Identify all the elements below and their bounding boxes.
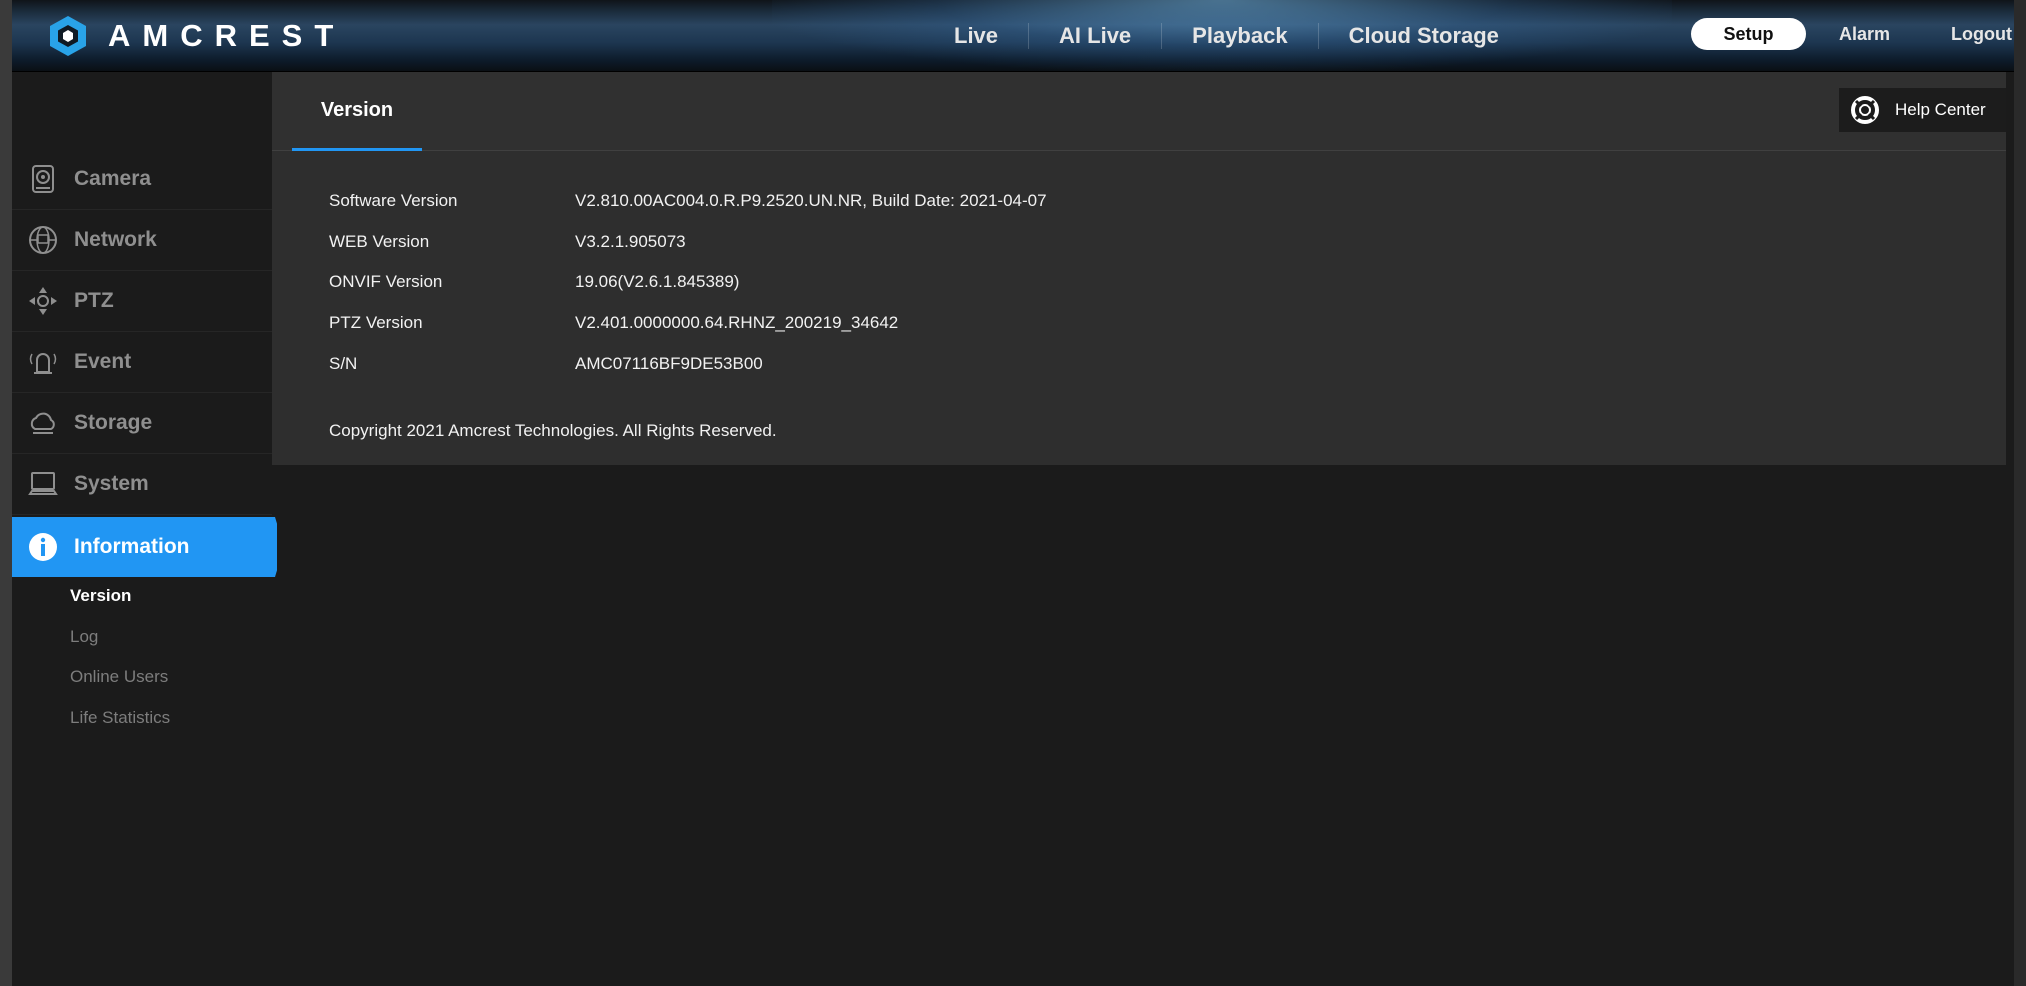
- subnav-version[interactable]: Version: [70, 586, 131, 606]
- help-lifebuoy-icon: [1851, 96, 1879, 124]
- window-left-edge: [0, 0, 12, 986]
- sidebar-item-network[interactable]: Network: [12, 210, 272, 271]
- storage-icon: [30, 412, 55, 434]
- tab-version[interactable]: Version: [292, 72, 422, 152]
- sidebar-item-label: PTZ: [74, 289, 114, 312]
- alarm-link[interactable]: Alarm: [1839, 24, 1890, 45]
- sidebar-item-event[interactable]: Event: [12, 332, 272, 393]
- sidebar-item-label: Storage: [74, 411, 153, 434]
- network-icon: [29, 226, 57, 254]
- info-value: 19.06(V2.6.1.845389): [575, 272, 740, 291]
- subnav-life-statistics[interactable]: Life Statistics: [70, 708, 170, 728]
- top-nav: Live AI Live Playback Cloud Storage: [924, 0, 1529, 71]
- camera-icon: [32, 165, 54, 193]
- logout-link[interactable]: Logout: [1951, 24, 2012, 45]
- nav-ai-live[interactable]: AI Live: [1029, 22, 1163, 49]
- window-right-edge: [2014, 0, 2026, 986]
- info-value: AMC07116BF9DE53B00: [575, 354, 763, 373]
- info-value: V3.2.1.905073: [575, 232, 686, 251]
- sidebar-item-label: Event: [74, 350, 132, 373]
- sidebar-item-label: Network: [74, 228, 157, 251]
- copyright-text: Copyright 2021 Amcrest Technologies. All…: [329, 421, 777, 440]
- event-icon: [29, 353, 57, 374]
- info-label: Software Version: [329, 191, 458, 210]
- info-label: ONVIF Version: [329, 272, 443, 291]
- subnav-online-users[interactable]: Online Users: [70, 667, 168, 687]
- info-label: WEB Version: [329, 232, 430, 251]
- setup-button[interactable]: Setup: [1691, 18, 1806, 50]
- sidebar-item-camera[interactable]: Camera: [12, 149, 272, 210]
- amcrest-logo-icon: [50, 16, 86, 56]
- header: AMCREST Live AI Live Playback Cloud Stor…: [12, 0, 2014, 72]
- tab-bar: Version Help Center: [272, 72, 2006, 152]
- nav-cloud-storage[interactable]: Cloud Storage: [1319, 23, 1529, 49]
- sidebar-item-storage[interactable]: Storage: [12, 393, 272, 454]
- info-label: PTZ Version: [329, 313, 423, 332]
- nav-live[interactable]: Live: [924, 22, 1030, 49]
- sidebar: Camera Network PTZ Event Storage System …: [12, 72, 277, 986]
- help-center-button[interactable]: Help Center: [1839, 88, 2006, 132]
- brand-name: AMCREST: [108, 18, 346, 53]
- sidebar-item-system[interactable]: System: [12, 454, 272, 515]
- sidebar-item-label: Information: [74, 535, 190, 558]
- brand-logo[interactable]: AMCREST: [48, 14, 345, 58]
- info-label: S/N: [329, 354, 358, 373]
- info-icon: [29, 533, 57, 561]
- info-value: V2.401.0000000.64.RHNZ_200219_34642: [575, 313, 899, 332]
- sidebar-item-information[interactable]: Information: [12, 517, 277, 577]
- sidebar-item-label: System: [74, 472, 149, 495]
- info-value: V2.810.00AC004.0.R.P9.2520.UN.NR, Build …: [575, 191, 1047, 210]
- system-icon: [28, 472, 58, 495]
- ptz-icon: [29, 287, 57, 315]
- subnav-log[interactable]: Log: [70, 627, 98, 647]
- nav-playback[interactable]: Playback: [1162, 22, 1319, 49]
- version-panel: Software Version V2.810.00AC004.0.R.P9.2…: [272, 151, 2006, 465]
- app: AMCREST Live AI Live Playback Cloud Stor…: [0, 0, 2026, 986]
- help-center-label: Help Center: [1895, 100, 1986, 119]
- sidebar-item-label: Camera: [74, 167, 152, 190]
- sidebar-item-ptz[interactable]: PTZ: [12, 271, 272, 332]
